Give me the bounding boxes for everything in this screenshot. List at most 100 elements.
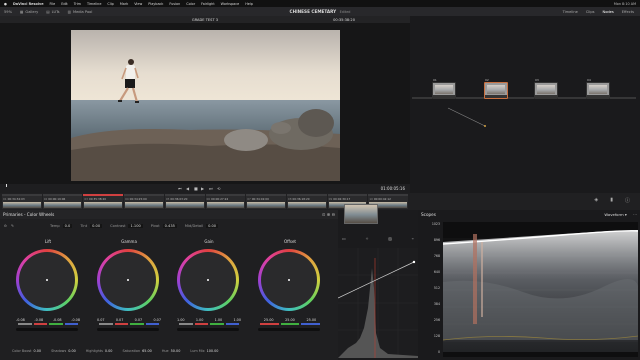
curve-tool-icon[interactable]: ✧: [365, 236, 368, 241]
picker-icon[interactable]: ✎: [11, 224, 14, 228]
clip-thumbnail[interactable]: 0700:34:02:00: [246, 194, 286, 209]
loop-icon[interactable]: ⟲: [217, 186, 220, 191]
value-b[interactable]: -0.08: [71, 318, 80, 322]
apple-icon[interactable]: ●: [4, 2, 7, 6]
saturation-param[interactable]: Saturation 65.00: [122, 349, 151, 353]
skip-back-icon[interactable]: ⏮: [178, 186, 182, 191]
tint-value[interactable]: 0.00: [90, 223, 103, 228]
play-icon[interactable]: ▶: [201, 186, 204, 191]
contrast-value[interactable]: 1.100: [128, 223, 143, 228]
gamma-master-slider[interactable]: [97, 328, 159, 331]
menu-item[interactable]: Clip: [107, 2, 113, 6]
value-b[interactable]: 1.00: [233, 318, 241, 322]
value-g[interactable]: -0.08: [53, 318, 62, 322]
highlights-param[interactable]: Highlights 0.00: [86, 349, 113, 353]
middetail-param[interactable]: Mid/Detail 0.00: [185, 223, 219, 228]
lift-puck[interactable]: [46, 279, 48, 281]
temp-value[interactable]: 0.0: [62, 223, 73, 228]
gain-master-slider[interactable]: [177, 328, 239, 331]
curve-tool-icon[interactable]: ▭: [342, 236, 346, 241]
app-name[interactable]: DaVinci Resolve: [13, 2, 44, 6]
clip-thumbnail[interactable]: 0400:34:25:00: [124, 194, 164, 209]
hue-param[interactable]: Hue 50.00: [162, 349, 181, 353]
value-r[interactable]: 1.00: [196, 318, 204, 322]
tool-luts[interactable]: ▤ LUTs: [42, 10, 63, 14]
menu-item[interactable]: File: [50, 2, 56, 6]
panel-options-icon[interactable]: ⊙ ⊕ ⊖: [322, 212, 335, 217]
info-icon[interactable]: ⓘ: [625, 197, 630, 206]
node-03[interactable]: 03: [534, 78, 558, 99]
shadows-value[interactable]: 0.00: [68, 349, 76, 353]
menu-item[interactable]: Help: [245, 2, 253, 6]
node-02[interactable]: 02: [484, 78, 508, 99]
menu-item[interactable]: Mark: [120, 2, 128, 6]
temp-param[interactable]: Temp 0.0: [50, 223, 73, 228]
contrast-param[interactable]: Contrast 1.100: [110, 223, 143, 228]
skip-forward-icon[interactable]: ⏭: [209, 186, 213, 191]
tint-param[interactable]: Tint 0.00: [80, 223, 103, 228]
tool-timeline[interactable]: Timeline: [563, 10, 578, 14]
value-g[interactable]: 1.00: [215, 318, 223, 322]
scope-mode-select[interactable]: Waveform ▾: [604, 212, 626, 217]
keyframe-icon[interactable]: ◈: [594, 197, 598, 206]
middetail-value[interactable]: 0.00: [206, 223, 219, 228]
value-r[interactable]: 25.00: [264, 318, 274, 322]
menu-item[interactable]: Trim: [74, 2, 81, 6]
value-y[interactable]: 1.00: [177, 318, 185, 322]
lift-master-slider[interactable]: [16, 328, 78, 331]
menu-item[interactable]: Color: [186, 2, 195, 6]
pivot-value[interactable]: 0.435: [162, 223, 177, 228]
highlights-value[interactable]: 0.00: [105, 349, 113, 353]
clip-thumbnail[interactable]: 0200:00:19:06: [42, 194, 83, 209]
tool-clips[interactable]: Clips: [586, 10, 595, 14]
target-icon[interactable]: ⊙: [4, 224, 7, 228]
playhead-marker[interactable]: [6, 184, 7, 187]
offset-puck[interactable]: [288, 279, 290, 281]
curve-tool-icon[interactable]: ▨: [388, 236, 392, 241]
viewer-image[interactable]: [71, 30, 340, 181]
menu-item[interactable]: View: [134, 2, 142, 6]
zoom-control[interactable]: 59%: [0, 10, 16, 14]
chart-icon[interactable]: ▮: [610, 197, 613, 206]
lummix-value[interactable]: 100.00: [207, 349, 219, 353]
curve-graph[interactable]: [338, 248, 418, 358]
menu-item[interactable]: Edit: [61, 2, 68, 6]
shadows-param[interactable]: Shadows 0.00: [51, 349, 76, 353]
tool-effects[interactable]: Effects: [622, 10, 634, 14]
lummix-param[interactable]: Lum Mix 100.00: [190, 349, 218, 353]
hue-value[interactable]: 50.00: [171, 349, 181, 353]
colorboost-value[interactable]: 0.00: [34, 349, 42, 353]
value-y[interactable]: 0.07: [97, 318, 105, 322]
clip-thumbnail[interactable]: 0300:35:38:20: [83, 194, 124, 209]
colorboost-param[interactable]: Color Boost 0.00: [12, 349, 41, 353]
curve-tool-icon[interactable]: ⌁: [412, 236, 414, 241]
value-b[interactable]: 25.00: [306, 318, 316, 322]
clip-thumbnail[interactable]: 0600:00:27:24: [205, 194, 246, 209]
clip-thumbnail[interactable]: 0800:36:18:20: [286, 194, 327, 209]
menu-item[interactable]: Timeline: [87, 2, 101, 6]
pivot-param[interactable]: Pivot 0.435: [151, 223, 177, 228]
gain-puck[interactable]: [207, 279, 209, 281]
tool-media-pool[interactable]: ▥ Media Pool: [64, 10, 97, 14]
node-01[interactable]: 01: [432, 78, 456, 99]
clip-thumbnail[interactable]: 0100:34:34:03: [2, 194, 42, 209]
stop-icon[interactable]: ■: [194, 186, 198, 191]
gamma-puck[interactable]: [127, 279, 129, 281]
saturation-value[interactable]: 65.00: [142, 349, 152, 353]
value-r[interactable]: 0.07: [116, 318, 124, 322]
value-r[interactable]: -0.08: [34, 318, 43, 322]
menu-item[interactable]: Playback: [148, 2, 163, 6]
scope-options-icon[interactable]: ⋯: [633, 212, 637, 217]
value-g[interactable]: 25.00: [285, 318, 295, 322]
value-g[interactable]: 0.07: [135, 318, 143, 322]
tool-gallery[interactable]: ▦ Gallery: [16, 10, 42, 14]
step-back-icon[interactable]: ◀: [186, 186, 189, 191]
menu-item[interactable]: Fairlight: [201, 2, 215, 6]
menu-item[interactable]: Workspace: [221, 2, 240, 6]
value-y[interactable]: -0.08: [16, 318, 25, 322]
node-04[interactable]: 04: [586, 78, 610, 99]
offset-master-slider[interactable]: [258, 328, 320, 331]
tool-nodes[interactable]: Nodes: [603, 10, 614, 14]
menu-item[interactable]: Fusion: [169, 2, 180, 6]
value-b[interactable]: 0.07: [153, 318, 161, 322]
